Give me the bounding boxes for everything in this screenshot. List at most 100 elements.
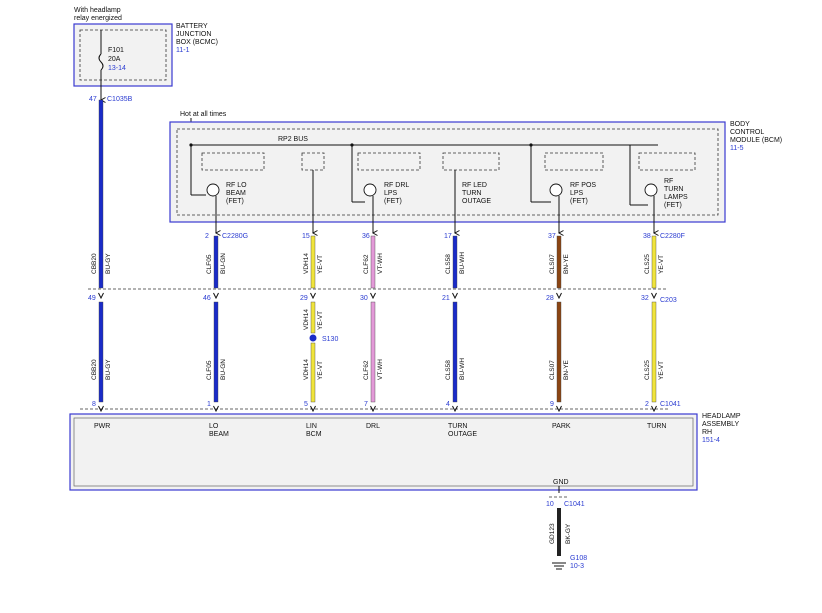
wire-drl-c1041-arrow xyxy=(370,405,376,413)
pin-c1041-outage: 4 xyxy=(446,401,450,408)
pin-bcm-outage: 17 xyxy=(444,233,452,240)
pin-c1041-lo: 1 xyxy=(207,401,211,408)
svg-text:BOX (BCMC): BOX (BCMC) xyxy=(176,39,218,46)
svg-text:RF LO: RF LO xyxy=(226,182,247,189)
function-outage-1: OUTAGE xyxy=(448,431,477,438)
svg-text:MODULE (BCM): MODULE (BCM) xyxy=(730,137,782,144)
wire-lo-lower-color: BU-GN xyxy=(220,359,227,380)
svg-text:RH: RH xyxy=(702,429,712,436)
fuse-rating: 20A xyxy=(108,56,121,63)
wire-turn-c203-arrow xyxy=(651,292,657,300)
wiring-diagram: With headlamp relay energized BATTERY JU… xyxy=(69,7,782,570)
svg-text:11-5: 11-5 xyxy=(730,145,744,152)
wire-park-upper xyxy=(556,235,562,289)
pin-c1041-park: 9 xyxy=(550,401,554,408)
wire-turn-c1041-arrow xyxy=(651,405,657,413)
pin-bcm-park: 37 xyxy=(548,233,556,240)
function-lo-1: BEAM xyxy=(209,431,229,438)
wire-outage-c203-arrow xyxy=(452,292,458,300)
wire-lin-lower-color: YE-VT xyxy=(317,361,324,380)
wire-park-lower xyxy=(556,301,562,403)
wire-lo-upper-color: BU-GN xyxy=(220,253,227,274)
function-pwr-0: PWR xyxy=(94,423,110,430)
wire-drl-upper-color: VT-WH xyxy=(377,253,384,274)
fet-drl-icon xyxy=(363,183,377,197)
wire-lin-c203-arrow xyxy=(310,292,316,300)
svg-text:HEADLAMP: HEADLAMP xyxy=(702,413,741,420)
function-park-0: PARK xyxy=(552,423,571,430)
wire-turn-upper-color: YE-VT xyxy=(658,255,665,274)
hot-note: Hot at all times xyxy=(180,111,227,118)
function-lo-0: LO xyxy=(209,423,219,430)
wire-drl-lower-color: VT-WH xyxy=(377,359,384,380)
wire-turn-upper-circuit: CLS25 xyxy=(644,254,651,274)
ground-id: G108 xyxy=(570,555,587,562)
wire-park-upper-circuit: CLS07 xyxy=(549,254,556,274)
svg-text:RF: RF xyxy=(664,178,673,185)
svg-text:BEAM: BEAM xyxy=(226,190,246,197)
gnd-pin: 10 xyxy=(546,501,554,508)
svg-text:(FET): (FET) xyxy=(664,202,682,209)
splice-s130-dot xyxy=(309,334,317,342)
pin-c203-turn: 32 xyxy=(641,295,649,302)
wire-park-c1041-arrow xyxy=(556,405,562,413)
svg-text:LAMPS: LAMPS xyxy=(664,194,688,201)
pin-c203-park: 28 xyxy=(546,295,554,302)
wire-pwr-c1041-arrow xyxy=(98,405,104,413)
headlamp-box xyxy=(69,413,698,491)
fuse-id: F101 xyxy=(108,47,124,54)
svg-text:ASSEMBLY: ASSEMBLY xyxy=(702,421,740,428)
ground-icon xyxy=(552,562,566,570)
wire-outage-lower-circuit: CLS58 xyxy=(445,360,452,380)
pin-c203-outage: 21 xyxy=(442,295,450,302)
bjb-connector: C1035B xyxy=(107,96,133,103)
wire-park-lower-circuit: CLS07 xyxy=(549,360,556,380)
wire-turn-lower-circuit: CLS25 xyxy=(644,360,651,380)
gnd-wire xyxy=(557,508,561,556)
svg-text:(FET): (FET) xyxy=(384,198,402,205)
pin-bcm-drl: 36 xyxy=(362,233,370,240)
wire-pwr-upper-color: BU-GY xyxy=(105,253,112,274)
pin-c1041-drl: 7 xyxy=(364,401,368,408)
svg-text:LPS: LPS xyxy=(384,190,398,197)
function-lin-1: BCM xyxy=(306,431,322,438)
wire-park-lower-color: BN-YE xyxy=(563,359,570,380)
bjb-title: BATTERY JUNCTION BOX (BCMC) 11-1 xyxy=(176,23,218,54)
wire-park-upper-color: BN-YE xyxy=(563,253,570,274)
wire-pwr-upper xyxy=(98,99,104,289)
fet-lo-icon xyxy=(206,183,220,197)
svg-text:BODY: BODY xyxy=(730,121,750,128)
pin-c1041-pwr: 8 xyxy=(92,401,96,408)
fet-pos-icon xyxy=(549,183,563,197)
wire-lo-lower-circuit: CLF05 xyxy=(206,360,213,380)
svg-text:BATTERY: BATTERY xyxy=(176,23,208,30)
splice-label: S130 xyxy=(322,336,338,343)
svg-text:11-1: 11-1 xyxy=(176,47,190,54)
wire-outage-upper xyxy=(452,235,458,289)
wire-drl-upper xyxy=(370,235,376,289)
wire-pwr-lower xyxy=(98,301,104,403)
wire-outage-upper-circuit: CLS58 xyxy=(445,254,452,274)
pin-c1041-turn: 2 xyxy=(645,401,649,408)
gnd-color: BK-GY xyxy=(565,523,572,544)
pin-c203-lo: 46 xyxy=(203,295,211,302)
fuse-ref: 13-14 xyxy=(108,65,126,72)
svg-text:CONTROL: CONTROL xyxy=(730,129,764,136)
pin-bcm-lo: 2 xyxy=(205,233,209,240)
gnd-circuit: GD123 xyxy=(549,523,556,544)
gnd-connector: C1041 xyxy=(564,501,585,508)
svg-text:RF LED: RF LED xyxy=(462,182,487,189)
svg-text:(FET): (FET) xyxy=(226,198,244,205)
wire-turn-lower xyxy=(651,301,657,403)
wire-pwr-lower-circuit: CBB20 xyxy=(91,359,98,380)
bcm-box xyxy=(169,121,726,223)
wire-turn-lower-color: YE-VT xyxy=(658,361,665,380)
wire-drl-c203-arrow xyxy=(370,292,376,300)
wire-lin-mid-color: YE-VT xyxy=(317,311,324,330)
pin-bcm-lin: 15 xyxy=(302,233,310,240)
wire-drl-lower-circuit: CLF62 xyxy=(363,360,370,380)
gnd-label: GND xyxy=(553,479,569,486)
headlamp-title: HEADLAMP ASSEMBLY RH 151-4 xyxy=(702,413,741,444)
svg-text:(FET): (FET) xyxy=(570,198,588,205)
wire-lin-lower xyxy=(310,342,316,403)
